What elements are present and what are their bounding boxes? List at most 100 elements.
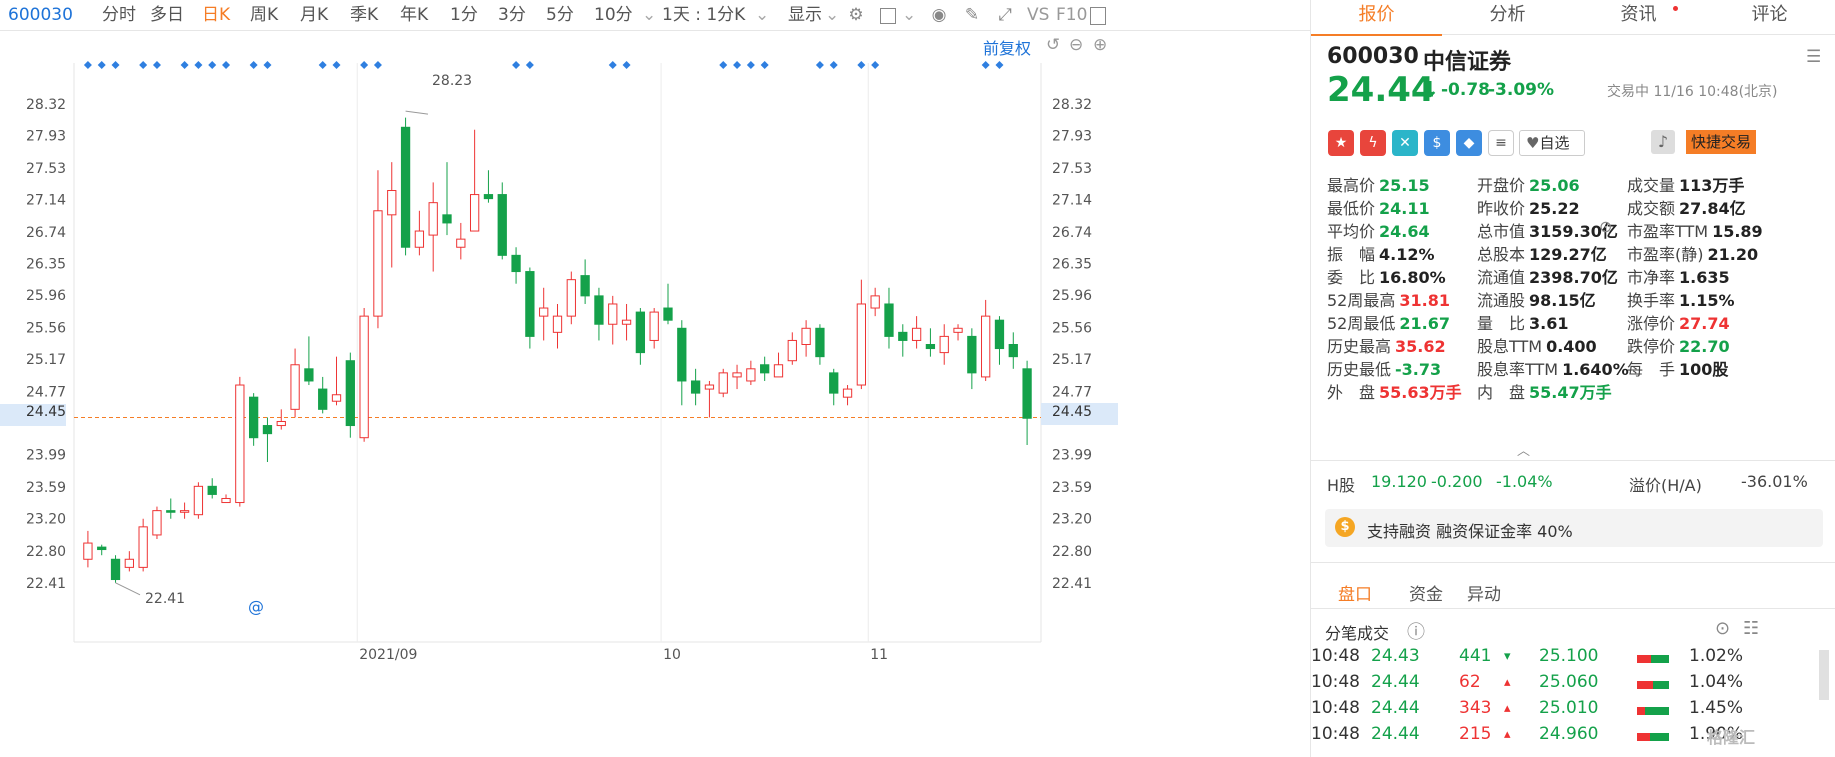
reset-icon[interactable]: ↺ <box>1046 35 1060 55</box>
period-5min[interactable]: 5分 <box>546 0 574 30</box>
stat-label: 昨收价 <box>1477 199 1526 218</box>
interval-select[interactable]: 1天 : 1分K <box>662 0 745 30</box>
f10-button[interactable]: F10 <box>1056 0 1087 30</box>
depth-pct: 1.02% <box>1689 646 1744 666</box>
period-multiday[interactable]: 多日 <box>150 0 184 30</box>
connect-icon[interactable]: ✕ <box>1392 130 1418 156</box>
heart-icon: ♥ <box>1526 134 1540 152</box>
period-1min[interactable]: 1分 <box>450 0 478 30</box>
quick-trade-button[interactable]: 快捷交易 <box>1686 130 1756 154</box>
candle-body <box>290 364 300 410</box>
period-quarterly-k[interactable]: 季K <box>350 0 378 30</box>
event-marker-icon <box>332 61 341 69</box>
flash-icon[interactable]: ϟ <box>1360 130 1386 156</box>
quote-code: 600030 <box>1327 44 1419 69</box>
tab-analysis[interactable]: 分析 <box>1442 0 1573 34</box>
y-tick-label-right: 28.32 <box>1052 97 1092 113</box>
compare-vs-button[interactable]: VS <box>1027 0 1049 30</box>
china-flag-icon[interactable]: ★ <box>1328 130 1354 156</box>
depth-price: 25.010 <box>1539 698 1599 718</box>
hshare-change: -0.200 <box>1431 472 1483 491</box>
y-tick-label-left: 23.99 <box>26 448 66 464</box>
note-icon[interactable]: ≡ <box>1488 130 1514 156</box>
layout-chevron-icon[interactable]: ⌄ <box>902 0 916 30</box>
subtab-funds[interactable]: 资金 <box>1409 580 1443 605</box>
period-monthly-k[interactable]: 月K <box>300 0 328 30</box>
market-cap-more-icon[interactable]: ⊙ <box>1599 217 1612 236</box>
stat-label: 外 盘 <box>1327 383 1376 402</box>
stat-value: 100股 <box>1679 360 1729 379</box>
stat-col1-1: 最低价 24.11 <box>1327 195 1430 219</box>
period-10min[interactable]: 10分 <box>594 0 633 30</box>
y-tick-label-right: 22.41 <box>1052 576 1092 592</box>
candle-body <box>815 327 825 358</box>
tab-quote[interactable]: 报价 <box>1311 0 1442 36</box>
candle-body <box>566 279 576 317</box>
expand-chevron-icon[interactable]: ︿ <box>1517 440 1530 459</box>
tick-price: 24.43 <box>1371 646 1420 666</box>
stat-col1-9: 外 盘 55.63万手 <box>1327 379 1462 403</box>
depth-bar <box>1637 707 1669 715</box>
layout-box-icon[interactable] <box>880 8 896 24</box>
tag-icon[interactable]: ◆ <box>1456 130 1482 156</box>
period-daily-k[interactable]: 日K <box>202 0 230 30</box>
y-tick-label-right: 23.99 <box>1052 448 1092 464</box>
event-marker-icon <box>871 61 880 69</box>
period-yearly-k[interactable]: 年K <box>400 0 428 30</box>
stat-label: 市净率 <box>1627 268 1676 287</box>
display-menu[interactable]: 显示 <box>788 0 822 30</box>
candle-body <box>580 275 590 297</box>
list-icon[interactable]: ☷ <box>1743 618 1759 639</box>
stat-value: 1.635 <box>1679 268 1730 287</box>
pencil-icon[interactable]: ✎ <box>963 6 981 24</box>
dollar-icon[interactable]: $ <box>1424 130 1450 156</box>
stat-label: 最高价 <box>1327 176 1376 195</box>
subtab-alerts[interactable]: 异动 <box>1467 580 1501 605</box>
candle-body <box>400 126 411 248</box>
period-weekly-k[interactable]: 周K <box>250 0 278 30</box>
period-dropdown-chevron-icon[interactable]: ⌄ <box>642 0 656 30</box>
y-tick-label-right: 24.77 <box>1052 385 1092 401</box>
candle-body <box>829 372 839 394</box>
settings-gear-icon[interactable]: ⚙ <box>847 6 865 24</box>
subtab-orderbook[interactable]: 盘口 <box>1338 580 1372 605</box>
fullscreen-icon[interactable]: ⤢ <box>996 6 1014 24</box>
stat-col2-3: 总股本 129.27亿 <box>1477 241 1607 265</box>
stat-col3-8: 每 手 100股 <box>1627 356 1728 380</box>
stock-code[interactable]: 600030 <box>8 0 73 30</box>
event-marker-icon <box>995 61 1004 69</box>
add-watchlist-button[interactable]: ♥自选 <box>1519 130 1585 156</box>
display-chevron-icon[interactable]: ⌄ <box>825 0 839 30</box>
tick-price: 24.44 <box>1371 724 1420 744</box>
camera-icon[interactable]: ◉ <box>930 6 948 24</box>
watermark-logo: 格隆汇 <box>1707 728 1756 747</box>
stat-value: 16.80% <box>1379 268 1446 287</box>
candle-body <box>221 497 231 504</box>
tab-comments[interactable]: 评论 <box>1704 0 1835 34</box>
interval-chevron-icon[interactable]: ⌄ <box>755 0 769 30</box>
event-marker-icon <box>829 61 838 69</box>
panel-menu-icon[interactable]: ☰ <box>1806 47 1821 67</box>
stat-label: 量 比 <box>1477 314 1526 333</box>
period-intraday[interactable]: 分时 <box>102 0 136 30</box>
zoom-in-icon[interactable]: ⊕ <box>1093 35 1107 55</box>
stat-value: 25.15 <box>1379 176 1430 195</box>
tab-news[interactable]: 资讯 <box>1573 0 1704 34</box>
y-tick-label-right: 27.53 <box>1052 161 1092 177</box>
kline-chart[interactable]: 28.32 28.32 27.93 27.93 27.53 27.53 27.14 27.14… <box>0 31 1310 757</box>
more-icon[interactable]: ⊙ <box>1715 618 1730 639</box>
stat-label: 换手率 <box>1627 291 1676 310</box>
info-icon[interactable]: ⓘ <box>1407 618 1425 644</box>
stat-label: 开盘价 <box>1477 176 1526 195</box>
y-tick-label-left: 22.41 <box>26 576 66 592</box>
candle-body <box>732 372 742 378</box>
stat-col3-7: 跌停价 22.70 <box>1627 333 1730 357</box>
sidebar-toggle-icon[interactable] <box>1090 7 1106 25</box>
event-at-icon[interactable]: @ <box>248 597 264 616</box>
bell-icon[interactable]: ♪ <box>1651 130 1675 154</box>
chart-toolbar: 600030 分时 多日 日K 周K 月K 季K 年K 1分 3分 5分 10分… <box>0 0 1310 31</box>
zoom-out-icon[interactable]: ⊖ <box>1069 35 1083 55</box>
depth-bar-fill <box>1653 681 1669 689</box>
price-adjust-button[interactable]: 前复权 <box>983 35 1031 59</box>
period-3min[interactable]: 3分 <box>498 0 526 30</box>
